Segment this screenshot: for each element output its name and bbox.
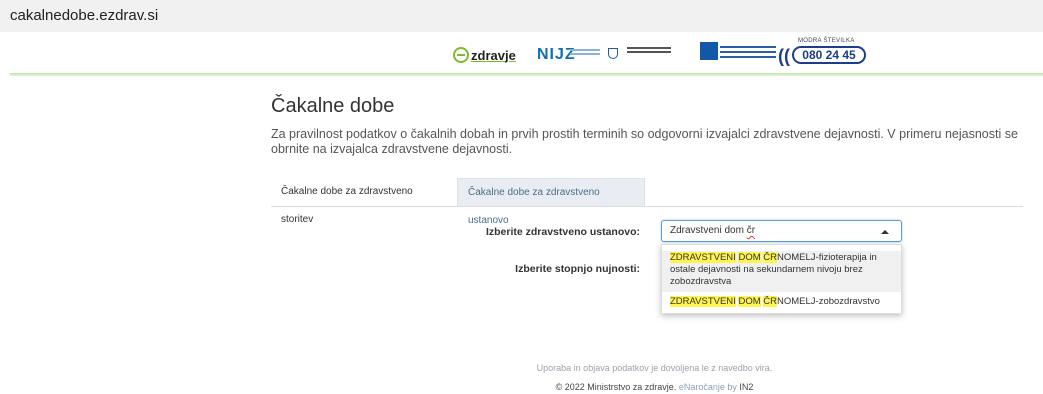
in2-link[interactable]: IN2 bbox=[739, 382, 753, 392]
eu-funding-logo[interactable] bbox=[720, 46, 776, 66]
institution-label: Izberite zdravstveno ustanovo: bbox=[485, 226, 640, 238]
coat-of-arms-icon bbox=[608, 48, 618, 59]
url-text[interactable]: cakalnedobe.ezdrav.si bbox=[10, 7, 158, 24]
dropdown-option[interactable]: ZDRAVSTVENI DOM ČRNOMELJ-fizioterapija i… bbox=[662, 251, 901, 292]
ministry-logo[interactable] bbox=[627, 47, 671, 55]
dropdown-option[interactable]: ZDRAVSTVENI DOM ČRNOMELJ-zobozdravstvo bbox=[662, 294, 901, 310]
footer-copyright: © 2022 Ministrstvo za zdravje. eNaročanj… bbox=[555, 382, 754, 392]
phone-waves-icon: (( bbox=[778, 46, 790, 66]
urgency-label: Izberite stopnjo nujnosti: bbox=[515, 263, 640, 275]
footer-usage-note: Uporaba in objava podatkov je dovoljena … bbox=[536, 363, 773, 373]
enarocanje-link[interactable]: eNaročanje by bbox=[679, 382, 737, 392]
institution-search-input[interactable]: Zdravstveni dom čr bbox=[670, 225, 755, 236]
institution-select[interactable]: Zdravstveni dom čr bbox=[661, 220, 902, 242]
partner-logos: zdravje NIJZ MODRA ŠTEVILKA (( 080 24 45 bbox=[0, 32, 1043, 74]
tab-zdravstvena-ustanova[interactable]: Čakalne dobe za zdravstveno ustanovo bbox=[457, 178, 645, 226]
page-title: Čakalne dobe bbox=[271, 95, 395, 117]
intro-text: Za pravilnost podatkov o čakalnih dobah … bbox=[271, 127, 1018, 156]
blue-number-label: MODRA ŠTEVILKA bbox=[798, 38, 855, 44]
header-divider bbox=[10, 73, 1043, 76]
blue-number-value: 080 24 45 bbox=[792, 46, 866, 64]
e-logo-icon bbox=[453, 47, 469, 63]
tab-bar: Čakalne dobe za zdravstveno storitev Čak… bbox=[271, 178, 1023, 226]
institution-dropdown: ZDRAVSTVENI DOM ČRNOMELJ-fizioterapija i… bbox=[661, 244, 902, 314]
caret-up-icon[interactable] bbox=[881, 230, 889, 234]
zdravje-logo[interactable]: zdravje bbox=[453, 44, 516, 66]
blue-number-logo[interactable]: MODRA ŠTEVILKA (( 080 24 45 bbox=[778, 38, 870, 66]
tab-zdravstvena-storitev[interactable]: Čakalne dobe za zdravstveno storitev bbox=[271, 178, 457, 225]
eu-flag-icon bbox=[700, 42, 718, 60]
address-bar[interactable]: cakalnedobe.ezdrav.si bbox=[0, 0, 1043, 32]
nijz-logo-tagline bbox=[570, 49, 600, 57]
zdravje-logo-text: zdravje bbox=[471, 47, 516, 63]
